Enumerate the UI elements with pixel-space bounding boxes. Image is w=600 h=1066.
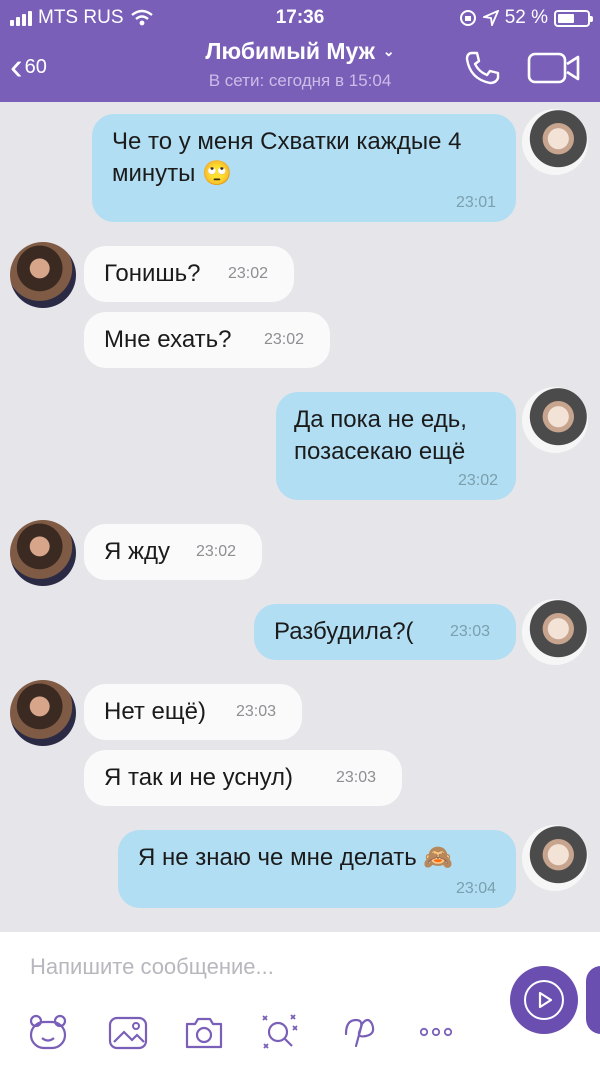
back-chevron-icon: ‹ xyxy=(10,46,23,88)
phone-icon[interactable] xyxy=(462,50,502,86)
message-text: Мне ехать? xyxy=(104,326,232,353)
contact-name: Любимый Муж xyxy=(205,38,375,64)
outgoing-message[interactable]: Разбудила?( 23:03 xyxy=(254,604,516,660)
message-text: Нет ещё) xyxy=(104,698,206,725)
message-text: Че то у меня Схватки каждые 4 минуты 🙄 xyxy=(112,128,462,187)
message-input[interactable]: Напишите сообщение... xyxy=(30,954,274,980)
message-time: 23:02 xyxy=(228,265,269,282)
location-icon xyxy=(482,10,499,26)
avatar[interactable] xyxy=(10,680,76,746)
avatar[interactable] xyxy=(522,599,588,665)
message-time: 23:02 xyxy=(264,331,305,348)
message-text: Я жду xyxy=(104,538,171,565)
gallery-icon[interactable] xyxy=(106,1010,150,1054)
message-text: Разбудила?( xyxy=(274,618,414,645)
message-text: Да пока не едь, позасекаю ещё xyxy=(294,406,467,465)
contact-info[interactable]: Любимый Муж ⌄ В сети: сегодня в 15:04 xyxy=(120,38,480,91)
outgoing-message[interactable]: Че то у меня Схватки каждые 4 минуты 🙄 2… xyxy=(92,114,516,222)
rotation-lock-icon xyxy=(459,10,476,26)
message-time: 23:02 xyxy=(196,543,237,560)
send-button[interactable] xyxy=(510,966,578,1034)
message-time: 23:02 xyxy=(457,472,498,489)
incoming-message[interactable]: Я так и не уснул) 23:03 xyxy=(84,750,402,806)
message-text: Я не знаю че мне делать 🙈 xyxy=(138,844,454,871)
status-bar: MTS RUS 17:36 52 % xyxy=(0,0,600,36)
avatar[interactable] xyxy=(10,242,76,308)
sticker-icon[interactable] xyxy=(26,1010,70,1054)
outgoing-message[interactable]: Я не знаю че мне делать 🙈 23:04 xyxy=(118,830,516,908)
incoming-message[interactable]: Нет ещё) 23:03 xyxy=(84,684,302,740)
avatar[interactable] xyxy=(10,520,76,586)
video-icon[interactable] xyxy=(527,52,581,84)
doodle-icon[interactable] xyxy=(338,1010,382,1054)
back-button[interactable]: ‹ 60 xyxy=(10,46,47,88)
camera-icon[interactable] xyxy=(182,1010,226,1054)
unread-count: 60 xyxy=(24,55,47,78)
battery-percent: 52 % xyxy=(504,7,548,28)
presence-status: В сети: сегодня в 15:04 xyxy=(208,71,392,90)
incoming-message[interactable]: Я жду 23:02 xyxy=(84,524,262,580)
message-time: 23:03 xyxy=(236,703,277,720)
attachment-handle[interactable] xyxy=(586,966,600,1034)
avatar[interactable] xyxy=(522,825,588,891)
message-time: 23:01 xyxy=(455,194,496,211)
outgoing-message[interactable]: Да пока не едь, позасекаю ещё 23:02 xyxy=(276,392,516,500)
battery-icon xyxy=(554,9,593,27)
send-icon xyxy=(524,980,564,1020)
avatar[interactable] xyxy=(522,109,588,175)
message-time: 23:04 xyxy=(455,880,496,897)
message-text: Я так и не уснул) xyxy=(104,764,294,791)
message-time: 23:03 xyxy=(336,769,377,786)
message-time: 23:03 xyxy=(450,623,491,640)
message-text: Гонишь? xyxy=(104,260,201,287)
chevron-down-icon: ⌄ xyxy=(382,43,395,59)
incoming-message[interactable]: Мне ехать? 23:02 xyxy=(84,312,330,368)
chat-header: MTS RUS 17:36 52 % ‹ 60 Любимый Муж ⌄ В … xyxy=(0,0,600,102)
incoming-message[interactable]: Гонишь? 23:02 xyxy=(84,246,294,302)
more-icon[interactable] xyxy=(414,1010,458,1054)
avatar[interactable] xyxy=(522,387,588,453)
gif-icon[interactable] xyxy=(258,1010,302,1054)
